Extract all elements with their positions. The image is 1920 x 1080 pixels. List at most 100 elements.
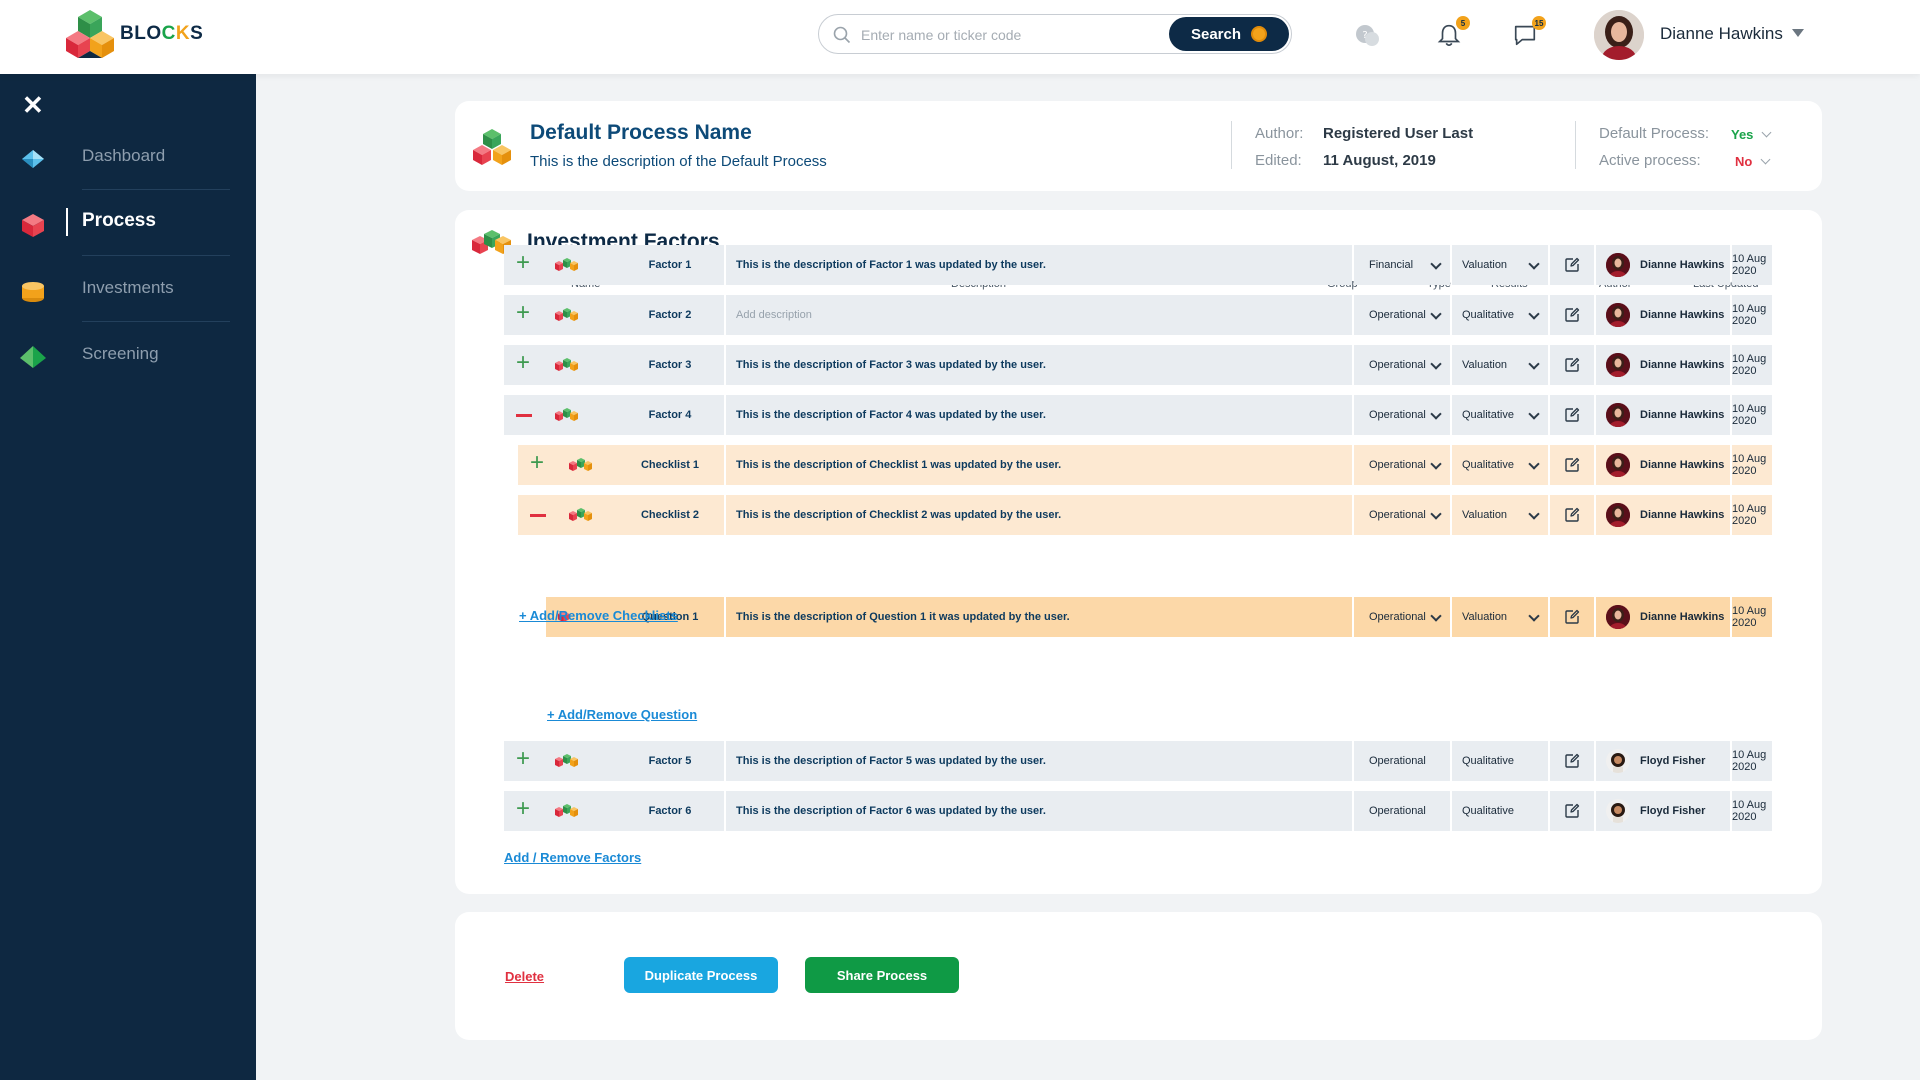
- edit-icon[interactable]: [1564, 407, 1580, 423]
- type-select[interactable]: Qualitative: [1452, 395, 1548, 435]
- edit-icon[interactable]: [1564, 457, 1580, 473]
- row-description[interactable]: This is the description of Checklist 1 w…: [726, 445, 1352, 485]
- type-select[interactable]: Qualitative: [1452, 295, 1548, 335]
- avatar[interactable]: [1594, 10, 1644, 60]
- active-process-select[interactable]: No: [1735, 153, 1771, 171]
- add-remove-checklists-link[interactable]: + Add/Remove Checklists: [519, 608, 678, 623]
- chevron-down-icon: [1430, 610, 1442, 622]
- expand-plus-icon[interactable]: +: [516, 301, 530, 325]
- edit-icon[interactable]: [1564, 753, 1580, 769]
- table-row[interactable]: + Factor 3 This is the description of Fact…: [504, 345, 1772, 385]
- duplicate-process-button[interactable]: Duplicate Process: [624, 957, 778, 993]
- user-menu-caret-icon[interactable]: [1792, 29, 1804, 37]
- group-select[interactable]: Operational: [1354, 395, 1450, 435]
- sidebar-item-screening[interactable]: Screening: [0, 322, 256, 388]
- edit-icon[interactable]: [1564, 307, 1580, 323]
- edit-icon[interactable]: [1564, 609, 1580, 625]
- group-text: Operational: [1369, 409, 1426, 421]
- row-name: Factor 6: [616, 791, 724, 831]
- chevron-down-icon: [1430, 458, 1442, 470]
- author-name: Dianne Hawkins: [1640, 611, 1725, 623]
- delete-button[interactable]: Delete: [505, 969, 544, 984]
- author-cell: Dianne Hawkins: [1596, 445, 1730, 485]
- type-select[interactable]: Valuation: [1452, 345, 1548, 385]
- group-select[interactable]: Operational: [1354, 597, 1450, 637]
- group-text: Financial: [1369, 259, 1414, 271]
- sidebar-item-process[interactable]: Process: [0, 190, 256, 256]
- collapse-minus-icon[interactable]: [516, 414, 532, 417]
- last-updated-text: 10 Aug 2020: [1732, 605, 1767, 629]
- search-input[interactable]: [861, 23, 1161, 47]
- results-cell: [1550, 495, 1594, 535]
- row-description[interactable]: This is the description of Question 1 it…: [726, 597, 1352, 637]
- add-remove-question-link[interactable]: + Add/Remove Question: [547, 707, 697, 722]
- edit-icon[interactable]: [1564, 257, 1580, 273]
- chevron-down-icon: [1430, 308, 1442, 320]
- table-row[interactable]: + Factor 1 This is the description of Fact…: [504, 245, 1772, 285]
- cubes-icon: [554, 257, 580, 276]
- edit-icon[interactable]: [1564, 803, 1580, 819]
- row-description[interactable]: This is the description of Factor 4 was …: [726, 395, 1352, 435]
- row-name-text: Factor 1: [648, 259, 692, 271]
- messages-icon[interactable]: 15: [1512, 16, 1546, 50]
- blocks-logo[interactable]: BLOCKS: [64, 8, 203, 60]
- type-select[interactable]: Valuation: [1452, 597, 1548, 637]
- sidebar-item-investments[interactable]: Investments: [0, 256, 256, 322]
- help-chat-icon[interactable]: ?: [1354, 22, 1382, 50]
- chevron-down-icon: [1528, 258, 1540, 270]
- edit-icon[interactable]: [1564, 507, 1580, 523]
- author-name: Dianne Hawkins: [1640, 509, 1725, 521]
- row-description[interactable]: This is the description of Factor 6 was …: [726, 791, 1352, 831]
- chevron-down-icon: [1528, 458, 1540, 470]
- share-process-button[interactable]: Share Process: [805, 957, 959, 993]
- group-select[interactable]: Operational: [1354, 495, 1450, 535]
- results-cell: [1550, 395, 1594, 435]
- author-name: Dianne Hawkins: [1640, 409, 1725, 421]
- expand-plus-icon[interactable]: +: [516, 351, 530, 375]
- results-cell: [1550, 245, 1594, 285]
- expand-plus-icon[interactable]: +: [530, 451, 544, 475]
- row-description[interactable]: Add description: [726, 295, 1352, 335]
- avatar: [1606, 303, 1630, 327]
- group-select[interactable]: Operational: [1354, 295, 1450, 335]
- type-select[interactable]: Valuation: [1452, 495, 1548, 535]
- group-text: Operational: [1369, 309, 1426, 321]
- table-row[interactable]: + Factor 6 This is the description of Fact…: [504, 791, 1772, 831]
- type-text: Qualitative: [1462, 755, 1514, 767]
- bell-icon[interactable]: 5: [1436, 16, 1470, 50]
- chevron-down-icon: [1430, 508, 1442, 520]
- table-row[interactable]: Factor 4 This is the description of Facto…: [504, 395, 1772, 435]
- edit-icon[interactable]: [1564, 357, 1580, 373]
- last-updated-text: 10 Aug 2020: [1732, 253, 1767, 277]
- type-select[interactable]: Valuation: [1452, 245, 1548, 285]
- close-icon[interactable]: ✕: [22, 92, 44, 118]
- search-button[interactable]: Search: [1169, 17, 1289, 51]
- row-name-text: Factor 6: [648, 805, 692, 817]
- table-row[interactable]: Checklist 2 This is the description of Ch…: [518, 495, 1772, 535]
- row-description[interactable]: This is the description of Factor 1 was …: [726, 245, 1352, 285]
- type-select[interactable]: Qualitative: [1452, 445, 1548, 485]
- group-select[interactable]: Operational: [1354, 345, 1450, 385]
- last-updated-cell: 10 Aug 2020: [1732, 445, 1772, 485]
- row-description[interactable]: This is the description of Checklist 2 w…: [726, 495, 1352, 535]
- group-select[interactable]: Operational: [1354, 445, 1450, 485]
- table-row[interactable]: + Checklist 1 This is the description of C…: [518, 445, 1772, 485]
- row-name-text: Factor 2: [648, 309, 692, 321]
- default-process-select[interactable]: Yes: [1731, 126, 1772, 144]
- collapse-minus-icon[interactable]: [530, 514, 546, 517]
- chevron-down-icon: [1528, 358, 1540, 370]
- add-remove-factors-link[interactable]: Add / Remove Factors: [504, 850, 641, 865]
- row-description[interactable]: This is the description of Factor 5 was …: [726, 741, 1352, 781]
- user-name[interactable]: Dianne Hawkins: [1660, 24, 1783, 44]
- logo-text: BLOCKS: [120, 23, 204, 44]
- expand-plus-icon[interactable]: +: [516, 797, 530, 821]
- table-row[interactable]: + Factor 2 Add description Operational Quali…: [504, 295, 1772, 335]
- sidebar-item-dashboard[interactable]: Dashboard: [0, 124, 256, 190]
- avatar: [1606, 503, 1630, 527]
- table-row[interactable]: Question 1 This is the description of Que…: [546, 597, 1772, 637]
- expand-plus-icon[interactable]: +: [516, 747, 530, 771]
- row-description[interactable]: This is the description of Factor 3 was …: [726, 345, 1352, 385]
- expand-plus-icon[interactable]: +: [516, 251, 530, 275]
- group-select[interactable]: Financial: [1354, 245, 1450, 285]
- table-row[interactable]: + Factor 5 This is the description of Fact…: [504, 741, 1772, 781]
